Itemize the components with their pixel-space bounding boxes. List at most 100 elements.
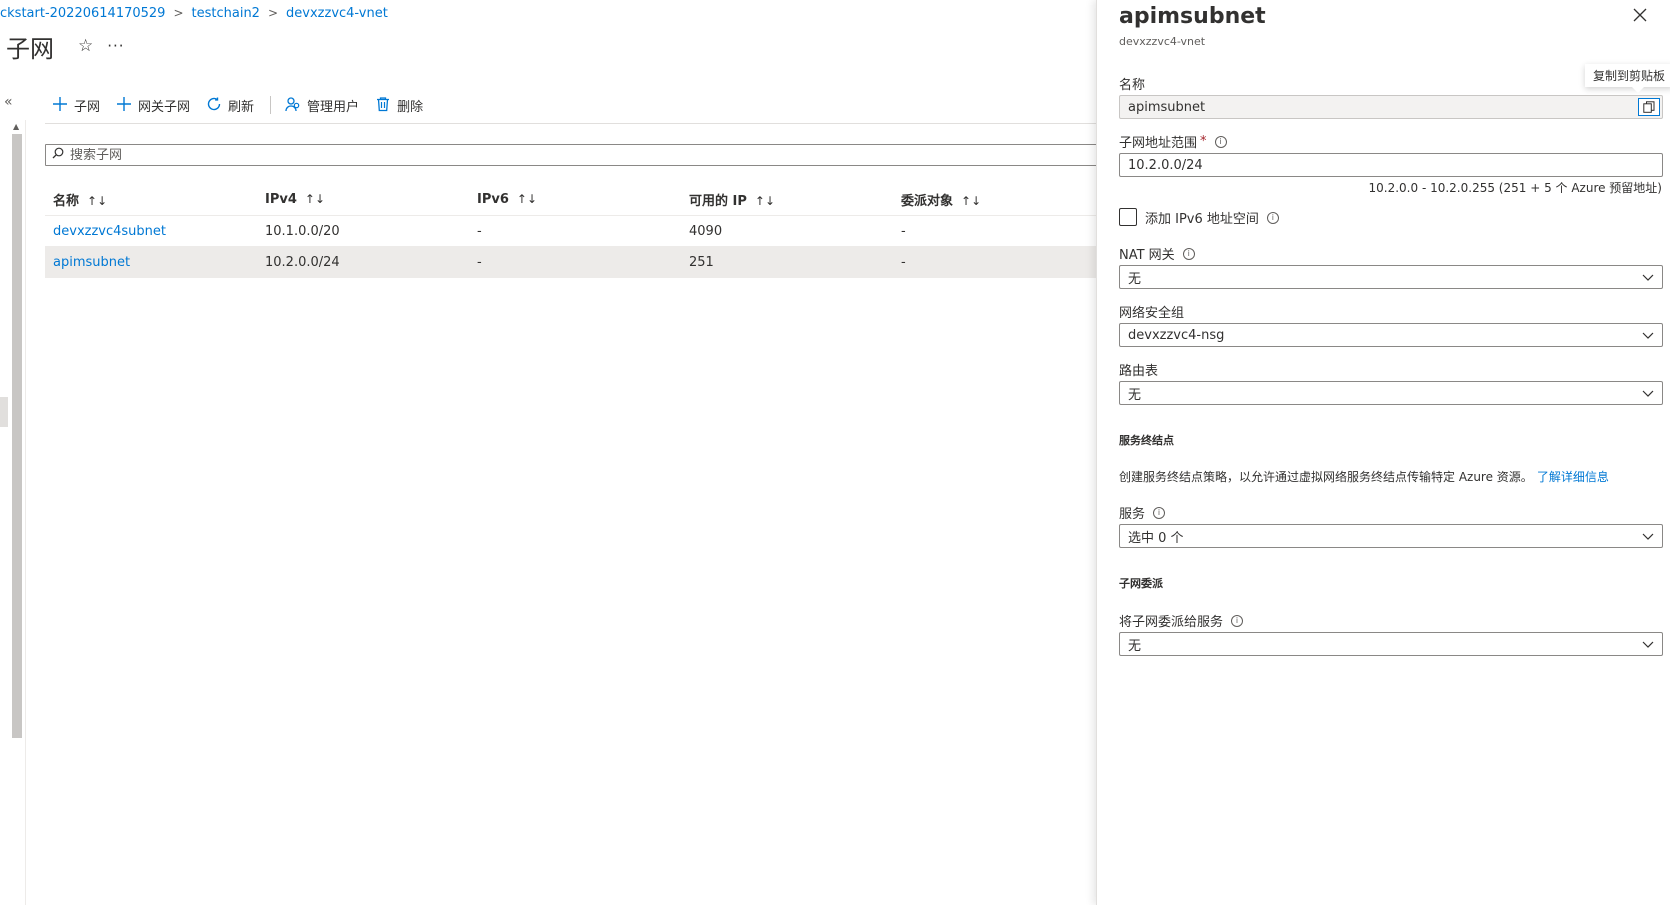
delete-label: 删除 — [397, 99, 424, 115]
route-table-value: 无 — [1128, 387, 1142, 403]
info-icon[interactable]: i — [1231, 614, 1244, 627]
add-gateway-subnet-button[interactable]: 网关子网 — [116, 95, 190, 115]
name-value: apimsubnet — [1128, 99, 1206, 115]
add-subnet-button[interactable]: 子网 — [52, 95, 100, 115]
add-subnet-label: 子网 — [74, 99, 101, 115]
name-label-text: 名称 — [1119, 78, 1146, 93]
add-gateway-subnet-label: 网关子网 — [138, 99, 191, 115]
cell-ipv6: - — [477, 223, 482, 239]
collapse-menu-icon[interactable]: « — [4, 94, 13, 110]
info-icon[interactable]: i — [1182, 247, 1195, 260]
subnet-delegation-heading: 子网委派 — [1119, 577, 1163, 590]
column-header-label: 名称 — [53, 193, 80, 209]
delete-button[interactable]: 删除 — [375, 95, 423, 115]
column-header-ipv6[interactable]: IPv6 ↑↓ — [469, 192, 681, 207]
delegation-value: 无 — [1128, 638, 1142, 654]
name-label: 名称 — [1119, 74, 1145, 93]
tooltip-arrow — [1632, 87, 1644, 93]
search-box[interactable] — [45, 144, 1096, 166]
search-input[interactable] — [70, 147, 1096, 163]
learn-more-link[interactable]: 了解详细信息 — [1537, 470, 1609, 484]
services-dropdown[interactable]: 选中 0 个 — [1119, 524, 1663, 548]
breadcrumb-item-testchain2[interactable]: testchain2 — [192, 6, 260, 21]
copy-button[interactable] — [1638, 98, 1660, 116]
required-marker: * — [1200, 134, 1207, 149]
nsg-label: 网络安全组 — [1119, 302, 1184, 321]
route-table-dropdown[interactable]: 无 — [1119, 381, 1663, 405]
delegation-label-text: 将子网委派给服务 — [1119, 615, 1224, 630]
column-header-label: 委派对象 — [901, 193, 954, 209]
sort-icon[interactable]: ↑↓ — [755, 194, 775, 208]
divider — [25, 120, 26, 905]
info-icon[interactable]: i — [1214, 135, 1227, 148]
info-icon[interactable]: i — [1266, 211, 1279, 224]
cell-available-ips: 4090 — [689, 223, 723, 239]
sort-icon[interactable]: ↑↓ — [961, 194, 981, 208]
sort-icon[interactable]: ↑↓ — [87, 194, 107, 208]
trash-icon — [375, 95, 391, 115]
refresh-button[interactable]: 刷新 — [206, 95, 254, 115]
plus-icon — [116, 95, 132, 115]
address-range-hint: 10.2.0.0 - 10.2.0.255 (251 + 5 个 Azure 预… — [1368, 181, 1662, 195]
column-header-name[interactable]: 名称 ↑↓ — [45, 190, 257, 209]
scrollbar-thumb[interactable] — [12, 134, 22, 738]
star-icon[interactable]: ☆ — [78, 36, 93, 56]
column-header-label: 可用的 IP — [689, 193, 747, 209]
address-range-field[interactable]: 10.2.0.0/24 — [1119, 153, 1663, 177]
scroll-up-icon[interactable]: ▲ — [13, 122, 19, 131]
ipv6-checkbox-label[interactable]: 添加 IPv6 地址空间 i — [1145, 208, 1279, 227]
services-label: 服务 i — [1119, 503, 1166, 522]
panel-subtitle: devxzzvc4-vnet — [1119, 35, 1206, 48]
table-row[interactable]: devxzzvc4subnet 10.1.0.0/20 - 4090 - — [45, 216, 1096, 247]
panel-title: apimsubnet — [1119, 4, 1266, 29]
main-area: ckstart-20220614170529 > testchain2 > de… — [0, 0, 1096, 905]
cell-ipv6: - — [477, 254, 482, 270]
title-row: 子网 ☆ ··· — [6, 30, 125, 63]
subnet-name-link[interactable]: apimsubnet — [53, 255, 130, 270]
toolbar-divider-line — [45, 123, 1096, 124]
column-header-delegated-to[interactable]: 委派对象 ↑↓ — [893, 190, 1096, 209]
subnet-grid: 名称 ↑↓ IPv4 ↑↓ IPv6 ↑↓ 可用的 IP ↑↓ 委派对象 ↑↓ devxz… — [45, 183, 1096, 278]
address-range-label-text: 子网地址范围 — [1119, 136, 1198, 151]
chevron-down-icon — [1642, 533, 1654, 540]
column-header-available-ips[interactable]: 可用的 IP ↑↓ — [681, 190, 893, 209]
column-header-label: IPv4 — [265, 191, 297, 207]
search-icon — [52, 147, 64, 163]
sort-icon[interactable]: ↑↓ — [517, 192, 537, 206]
subnet-details-panel: apimsubnet devxzzvc4-vnet 名称 apimsubnet … — [1096, 0, 1670, 905]
users-icon — [285, 95, 301, 115]
cell-ipv4: 10.1.0.0/20 — [265, 223, 340, 239]
nat-gateway-dropdown[interactable]: 无 — [1119, 265, 1663, 289]
plus-icon — [52, 95, 68, 115]
chevron-down-icon — [1642, 390, 1654, 397]
manage-users-button[interactable]: 管理用户 — [285, 95, 359, 115]
more-options-icon[interactable]: ··· — [107, 37, 124, 55]
nat-gateway-label-text: NAT 网关 — [1119, 248, 1175, 263]
chevron-down-icon — [1642, 332, 1654, 339]
grid-header: 名称 ↑↓ IPv4 ↑↓ IPv6 ↑↓ 可用的 IP ↑↓ 委派对象 ↑↓ — [45, 183, 1096, 216]
cell-delegated-to: - — [901, 223, 906, 239]
service-endpoints-heading: 服务终结点 — [1119, 434, 1174, 447]
delegation-dropdown[interactable]: 无 — [1119, 632, 1663, 656]
sort-icon[interactable]: ↑↓ — [305, 192, 325, 206]
ipv6-checkbox-text: 添加 IPv6 地址空间 — [1145, 212, 1259, 227]
name-field[interactable]: apimsubnet — [1119, 95, 1663, 119]
breadcrumb-item-vnet[interactable]: devxzzvc4-vnet — [286, 6, 388, 21]
ipv6-checkbox[interactable] — [1119, 208, 1137, 226]
nat-gateway-value: 无 — [1128, 271, 1142, 287]
cell-ipv4: 10.2.0.0/24 — [265, 254, 340, 270]
breadcrumb-item-quickstart[interactable]: ckstart-20220614170529 — [0, 6, 165, 21]
chevron-down-icon — [1642, 274, 1654, 281]
toolbar-divider — [270, 96, 272, 114]
close-icon[interactable] — [1633, 6, 1647, 27]
nsg-dropdown[interactable]: devxzzvc4-nsg — [1119, 323, 1663, 347]
breadcrumb: ckstart-20220614170529 > testchain2 > de… — [0, 3, 388, 23]
column-header-ipv4[interactable]: IPv4 ↑↓ — [257, 192, 469, 207]
page-title: 子网 — [6, 34, 54, 63]
breadcrumb-separator-icon: > — [173, 6, 184, 20]
info-icon[interactable]: i — [1153, 506, 1166, 519]
services-label-text: 服务 — [1119, 507, 1146, 522]
subnet-name-link[interactable]: devxzzvc4subnet — [53, 224, 166, 239]
table-row-selected[interactable]: apimsubnet 10.2.0.0/24 - 251 - — [45, 247, 1096, 278]
route-table-label: 路由表 — [1119, 360, 1158, 379]
